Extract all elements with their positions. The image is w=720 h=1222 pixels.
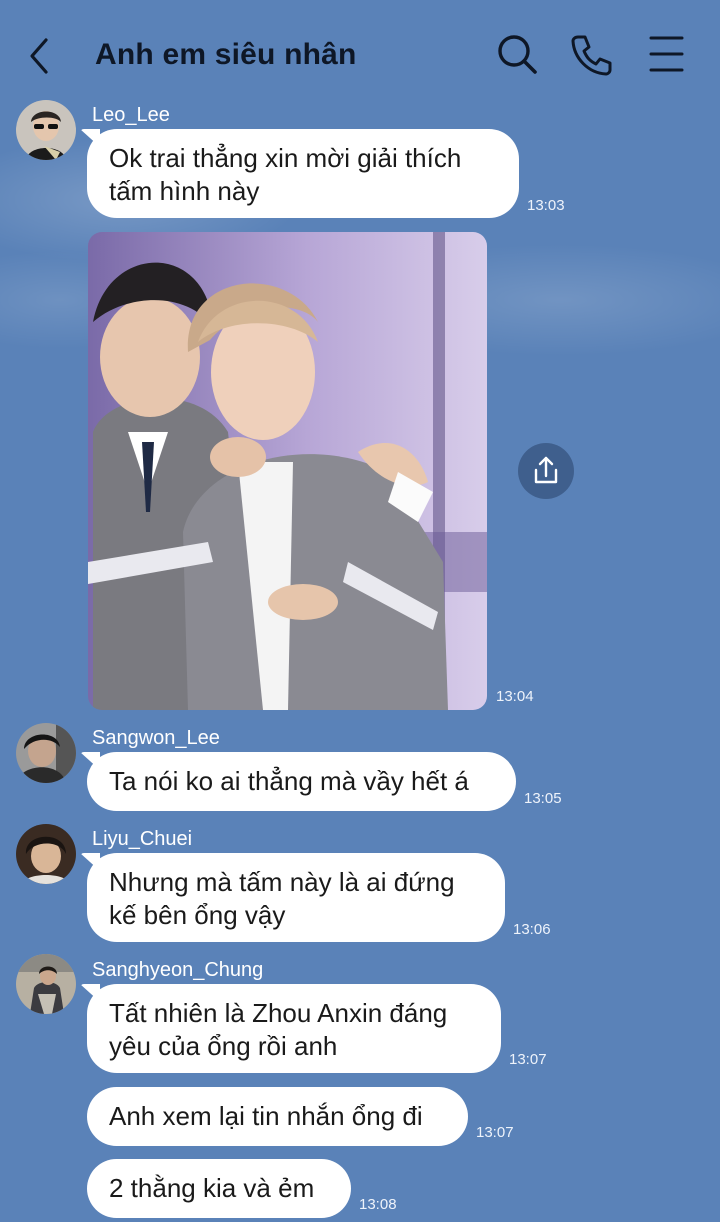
message-time: 13:07 (476, 1124, 514, 1141)
message-bubble[interactable]: Ok trai thẳng xin mời giải thích tấm hìn… (87, 129, 519, 218)
message-line: Tất nhiên là Zhou Anxin đáng (109, 998, 448, 1028)
message-line: tấm hình này (109, 176, 260, 206)
phone-icon (571, 35, 612, 76)
message-time: 13:06 (513, 921, 551, 938)
message-time: 13:04 (496, 688, 534, 705)
avatar-image (16, 954, 76, 1014)
message-line: kế bên ổng vậy (109, 900, 286, 930)
message-line: Nhưng mà tấm này là ai đứng (109, 867, 455, 897)
sender-name: Liyu_Chuei (92, 828, 193, 850)
share-button[interactable] (518, 443, 574, 499)
shared-photo (88, 232, 487, 710)
sender-name: Sanghyeon_Chung (92, 959, 264, 981)
message-line: Ok trai thẳng xin mời giải thích (109, 143, 462, 173)
message-bubble[interactable]: Nhưng mà tấm này là ai đứng kế bên ổng v… (87, 853, 505, 942)
message-time: 13:03 (527, 197, 565, 214)
message-bubble[interactable]: Ta nói ko ai thẳng mà vầy hết á (87, 752, 516, 811)
back-button[interactable] (22, 34, 58, 78)
message-bubble[interactable]: 2 thằng kia và ẻm (87, 1159, 351, 1218)
avatar-sanghyeon-chung[interactable] (16, 954, 76, 1014)
avatar-leo-lee[interactable] (16, 100, 76, 160)
sender-name: Sangwon_Lee (92, 727, 220, 749)
message-line: Anh xem lại tin nhắn ổng đi (109, 1101, 423, 1131)
photo-message[interactable] (88, 232, 487, 710)
chat-title: Anh em siêu nhân (95, 38, 357, 71)
message-time: 13:08 (359, 1196, 397, 1213)
avatar-image (16, 824, 76, 884)
message-line: Ta nói ko ai thẳng mà vầy hết á (109, 766, 469, 796)
upload-icon (534, 456, 558, 484)
menu-button[interactable] (642, 30, 690, 78)
avatar-liyu-chuei[interactable] (16, 824, 76, 884)
chevron-left-icon (30, 38, 48, 74)
message-time: 13:05 (524, 790, 562, 807)
chat-header: Anh em siêu nhân (0, 0, 720, 110)
message-line: yêu của ổng rồi anh (109, 1031, 338, 1061)
message-line: 2 thằng kia và ẻm (109, 1173, 315, 1203)
menu-icon (649, 36, 684, 72)
message-bubble[interactable]: Anh xem lại tin nhắn ổng đi (87, 1087, 468, 1146)
search-icon (498, 35, 537, 74)
call-button[interactable] (568, 30, 616, 78)
sender-name: Leo_Lee (92, 104, 170, 126)
message-time: 13:07 (509, 1051, 547, 1068)
avatar-image (16, 723, 76, 783)
avatar-sangwon-lee[interactable] (16, 723, 76, 783)
search-button[interactable] (493, 30, 541, 78)
message-bubble[interactable]: Tất nhiên là Zhou Anxin đáng yêu của ổng… (87, 984, 501, 1073)
avatar-image (16, 100, 76, 160)
